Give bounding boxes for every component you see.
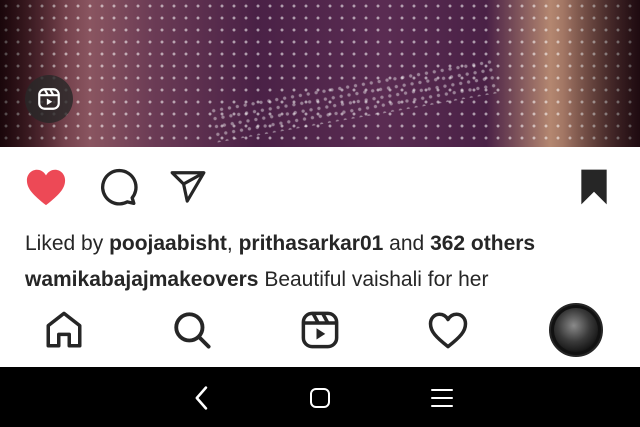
post-media[interactable]: [0, 0, 640, 147]
like-button[interactable]: [22, 165, 70, 209]
home-square-icon: [310, 388, 330, 408]
system-navigation-bar: [0, 367, 640, 427]
post-caption[interactable]: wamikabajajmakeovers Beautiful vaishali …: [25, 268, 625, 296]
likes-summary[interactable]: Liked by poojaabisht, prithasarkar01 and…: [25, 232, 535, 256]
home-icon: [46, 311, 82, 348]
comment-icon: [100, 168, 138, 206]
likes-prefix: Liked by: [25, 232, 110, 255]
comment-button[interactable]: [96, 166, 140, 208]
caption-text: Beautiful vaishali for her: [258, 268, 489, 291]
recents-lines-icon: [431, 389, 453, 407]
share-button[interactable]: [166, 166, 210, 208]
reels-badge[interactable]: [25, 75, 73, 123]
tab-activity[interactable]: [426, 308, 470, 352]
search-icon: [174, 312, 211, 349]
caption-username[interactable]: wamikabajajmakeovers: [25, 268, 258, 291]
heart-outline-icon: [428, 312, 468, 349]
back-chevron-icon: [195, 386, 208, 410]
liked-by-user-1[interactable]: poojaabisht: [109, 232, 227, 255]
liked-by-user-2[interactable]: prithasarkar01: [239, 232, 384, 255]
save-button[interactable]: [574, 166, 614, 208]
tab-home[interactable]: [42, 308, 86, 352]
system-back-button[interactable]: [182, 383, 222, 413]
likes-others-count[interactable]: 362 others: [430, 232, 535, 255]
paper-plane-icon: [170, 171, 206, 203]
avatar: [554, 308, 598, 352]
post-actions: [0, 147, 640, 227]
bookmark-filled-icon: [581, 169, 607, 205]
reels-icon: [301, 311, 339, 349]
media-shade: [0, 0, 640, 147]
tab-search[interactable]: [170, 308, 214, 352]
likes-connector: and: [383, 232, 431, 255]
system-recents-button[interactable]: [422, 383, 462, 413]
likes-separator: ,: [226, 232, 239, 255]
tab-profile-avatar[interactable]: [549, 303, 603, 357]
bottom-tab-bar: [0, 300, 640, 367]
system-home-button[interactable]: [300, 383, 340, 413]
reels-icon: [38, 88, 60, 110]
heart-filled-icon: [26, 169, 66, 206]
tab-reels[interactable]: [298, 308, 342, 352]
